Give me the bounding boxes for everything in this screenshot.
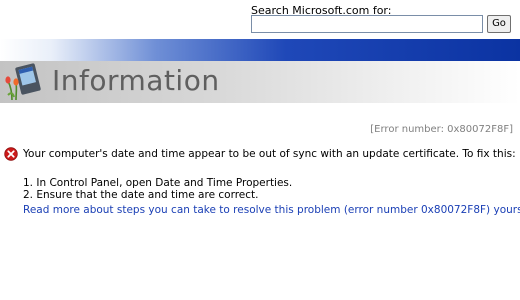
read-more-link[interactable]: Read more about steps you can take to re… (23, 204, 520, 216)
information-banner: Information (0, 61, 520, 103)
fix-steps-list: 1. In Control Panel, open Date and Time … (23, 177, 292, 201)
page-title: Information (52, 64, 220, 97)
error-icon (4, 147, 18, 161)
pocket-pc-tulip-icon (5, 63, 41, 101)
error-number-reference: [Error number: 0x80072F8F] (370, 124, 513, 135)
fix-step: 1. In Control Panel, open Date and Time … (23, 177, 293, 189)
search-input[interactable] (251, 15, 483, 33)
go-button[interactable]: Go (487, 15, 511, 33)
error-message: Your computer's date and time appear to … (23, 148, 516, 160)
header-blue-bar (0, 39, 520, 61)
top-header: Search Microsoft.com for: Go (0, 0, 520, 61)
fix-step: 2. Ensure that the date and time are cor… (23, 189, 259, 201)
